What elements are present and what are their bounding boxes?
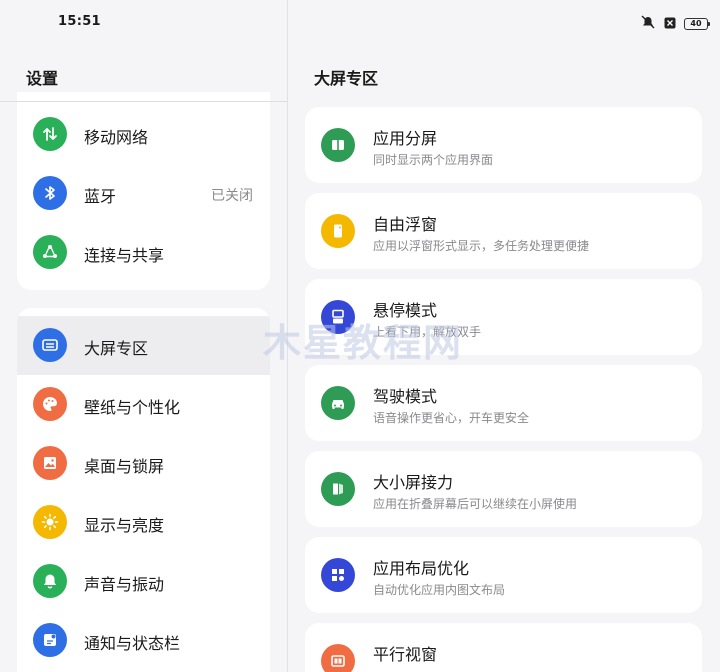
feature-card-driving-mode[interactable]: 驾驶模式 语音操作更省心，开车更安全 [305,365,702,441]
settings-item-wallpaper[interactable]: 壁纸与个性化 [17,375,270,434]
settings-item-label: 蓝牙 [84,187,117,206]
feature-title: 应用布局优化 [373,559,470,578]
feature-title: 驾驶模式 [373,387,438,406]
settings-item-label: 移动网络 [84,128,149,147]
header-divider [0,101,287,102]
bluetooth-status: 已关闭 [211,188,253,204]
settings-item-bluetooth[interactable]: 蓝牙 已关闭 [17,164,270,223]
page-title: 设置 [26,69,59,88]
bell-icon [33,564,67,598]
settings-item-notifications[interactable]: 通知与状态栏 [17,611,270,670]
feature-title: 自由浮窗 [373,215,438,234]
detail-panel: 40 大屏专区 应用分屏 同时显示两个应用界面 自由浮窗 应用以浮窗形式显示，多… [288,0,720,672]
picture-icon [33,446,67,480]
no-sim-icon [664,14,676,33]
car-icon [321,386,355,420]
feature-subtitle: 上看下用，解放双手 [373,325,482,339]
settings-item-label: 显示与亮度 [84,516,165,535]
floating-window-icon [321,214,355,248]
feature-subtitle: 应用在折叠屏幕后可以继续在小屏使用 [373,497,578,511]
feature-card-layout-optimization[interactable]: 应用布局优化 自动优化应用内图文布局 [305,537,702,613]
status-icons: 40 [640,14,710,33]
settings-item-label: 连接与共享 [84,246,165,265]
feature-title: 悬停模式 [373,301,438,320]
status-time: 15:51 [58,14,101,29]
settings-item-label: 大屏专区 [84,339,149,358]
large-screen-icon [33,328,67,362]
feature-title: 应用分屏 [373,129,438,148]
feature-subtitle: 自动优化应用内图文布局 [373,583,506,597]
feature-subtitle: 应用以浮窗形式显示，多任务处理更便捷 [373,239,590,253]
settings-item-connection-sharing[interactable]: 连接与共享 [17,223,270,282]
settings-item-label: 声音与振动 [84,575,165,594]
battery-indicator: 40 [684,17,710,30]
mobile-data-icon [33,117,67,151]
feature-card-split-screen[interactable]: 应用分屏 同时显示两个应用界面 [305,107,702,183]
split-screen-icon [321,128,355,162]
settings-item-mobile-network[interactable]: 移动网络 [17,105,270,164]
hover-mode-icon [321,300,355,334]
settings-item-desktop-lockscreen[interactable]: 桌面与锁屏 [17,434,270,493]
bluetooth-icon [33,176,67,210]
relay-icon [321,472,355,506]
share-icon [33,235,67,269]
settings-item-large-screen[interactable]: 大屏专区 [17,316,270,375]
feature-card-parallel-window[interactable]: 平行视窗 [305,623,702,672]
settings-item-label: 通知与状态栏 [84,634,181,653]
settings-group-display: 大屏专区 壁纸与个性化 桌面与锁屏 显示与亮度 声音与振动 通知与状态栏 [17,308,270,672]
settings-item-label: 桌面与锁屏 [84,457,165,476]
parallel-window-icon [321,644,355,672]
palette-icon [33,387,67,421]
feature-title: 大小屏接力 [373,473,454,492]
layout-icon [321,558,355,592]
feature-card-hover-mode[interactable]: 悬停模式 上看下用，解放双手 [305,279,702,355]
notification-icon [33,623,67,657]
feature-card-screen-relay[interactable]: 大小屏接力 应用在折叠屏幕后可以继续在小屏使用 [305,451,702,527]
settings-item-sound-vibration[interactable]: 声音与振动 [17,552,270,611]
feature-card-floating-window[interactable]: 自由浮窗 应用以浮窗形式显示，多任务处理更便捷 [305,193,702,269]
settings-item-display-brightness[interactable]: 显示与亮度 [17,493,270,552]
settings-panel: 15:51 设置 移动网络 蓝牙 已关闭 连接与共享 大屏专区 壁纸与个性化 桌… [0,0,287,672]
section-title: 大屏专区 [314,69,379,88]
settings-group-connectivity: 移动网络 蓝牙 已关闭 连接与共享 [17,92,270,290]
feature-subtitle: 同时显示两个应用界面 [373,153,494,167]
feature-subtitle: 语音操作更省心，开车更安全 [373,411,530,425]
mute-icon [640,14,656,33]
settings-item-label: 壁纸与个性化 [84,398,181,417]
sun-icon [33,505,67,539]
feature-title: 平行视窗 [373,645,438,664]
